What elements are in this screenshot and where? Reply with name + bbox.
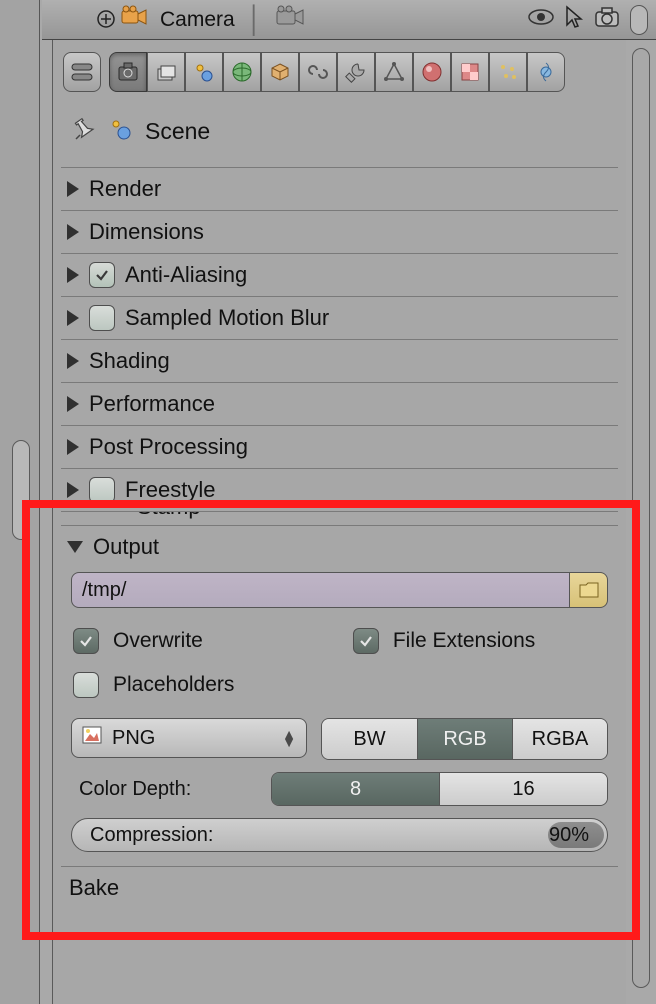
disclosure-right-icon [67, 482, 79, 498]
disclosure-right-icon [67, 310, 79, 326]
overwrite-checkbox[interactable] [73, 628, 99, 654]
disclosure-right-icon [67, 181, 79, 197]
eye-visibility-icon[interactable] [528, 8, 554, 31]
panel-label: Render [89, 176, 161, 202]
color-depth-label: Color Depth: [71, 778, 271, 801]
file-format-value: PNG [112, 727, 155, 750]
panel-label: Dimensions [89, 219, 204, 245]
panel-sections: Render Dimensions Anti-Aliasing Sampled … [53, 167, 626, 909]
render-camera-icon[interactable] [594, 6, 620, 33]
tab-material[interactable] [413, 52, 451, 92]
properties-header: Camera │ [42, 0, 656, 40]
panel-output-header[interactable]: Output [67, 534, 612, 560]
tab-physics[interactable] [527, 52, 565, 92]
timeline-scrollbar[interactable] [12, 440, 30, 540]
panel-bake[interactable]: Bake [61, 866, 618, 909]
panel-label: Post Processing [89, 434, 248, 460]
properties-scrollbar[interactable] [632, 48, 650, 988]
tab-object[interactable] [261, 52, 299, 92]
tab-texture[interactable] [451, 52, 489, 92]
panel-label: Stamp [137, 511, 201, 520]
antialiasing-checkbox[interactable] [89, 262, 115, 288]
properties-panel: Scene Render Dimensions Anti-Aliasing Sa… [52, 40, 626, 1004]
freestyle-checkbox[interactable] [89, 477, 115, 503]
panel-dimensions[interactable]: Dimensions [61, 210, 618, 253]
file-extensions-label: File Extensions [393, 629, 535, 653]
panel-render[interactable]: Render [61, 167, 618, 210]
updown-icon: ▲▼ [282, 730, 296, 746]
tab-particles[interactable] [489, 52, 527, 92]
tab-render[interactable] [109, 52, 147, 92]
compression-label: Compression: [90, 824, 213, 847]
panel-label: Bake [69, 875, 119, 901]
properties-tabs [53, 40, 626, 102]
disclosure-right-icon [67, 353, 79, 369]
scene-name[interactable]: Scene [145, 118, 210, 145]
context-row: Scene [53, 102, 626, 167]
tab-object-data[interactable] [375, 52, 413, 92]
panel-shading[interactable]: Shading [61, 339, 618, 382]
tab-constraints[interactable] [299, 52, 337, 92]
panel-post-processing[interactable]: Post Processing [61, 425, 618, 468]
compression-slider[interactable]: Compression: 90% [71, 818, 608, 852]
disclosure-right-icon [67, 267, 79, 283]
panel-label: Anti-Aliasing [125, 262, 247, 288]
editor-type-strip [0, 0, 40, 1004]
placeholders-label: Placeholders [113, 673, 234, 697]
tab-modifiers[interactable] [337, 52, 375, 92]
file-extensions-checkbox[interactable] [353, 628, 379, 654]
panel-label: Sampled Motion Blur [125, 305, 329, 331]
disclosure-down-icon [67, 541, 83, 553]
breadcrumb-separator: │ [247, 4, 263, 35]
color-mode-segment: BW RGB RGBA [321, 718, 608, 760]
expand-icon[interactable] [97, 10, 115, 33]
color-mode-bw[interactable]: BW [322, 719, 417, 759]
panel-stamp[interactable]: Stamp [61, 511, 618, 525]
color-mode-rgba[interactable]: RGBA [512, 719, 607, 759]
color-depth-16[interactable]: 16 [439, 773, 607, 805]
output-path-text: /tmp/ [82, 579, 126, 602]
file-browser-button[interactable] [570, 572, 608, 608]
panel-antialiasing[interactable]: Anti-Aliasing [61, 253, 618, 296]
disclosure-right-icon [67, 396, 79, 412]
panel-label: Performance [89, 391, 215, 417]
placeholders-checkbox[interactable] [73, 672, 99, 698]
panel-motion-blur[interactable]: Sampled Motion Blur [61, 296, 618, 339]
file-format-dropdown[interactable]: PNG ▲▼ [71, 718, 307, 758]
panel-label: Shading [89, 348, 170, 374]
pin-icon[interactable] [71, 116, 97, 147]
panel-label: Output [93, 534, 159, 560]
folder-icon [578, 581, 600, 599]
editor-type-button[interactable] [63, 52, 101, 92]
disclosure-right-icon [67, 439, 79, 455]
camera-object-icon [120, 5, 148, 34]
compression-value: 90% [549, 824, 589, 847]
image-format-icon [82, 726, 102, 750]
color-depth-8[interactable]: 8 [272, 773, 439, 805]
active-object-label[interactable]: Camera [160, 8, 235, 32]
tab-scene[interactable] [185, 52, 223, 92]
motionblur-checkbox[interactable] [89, 305, 115, 331]
tab-render-layers[interactable] [147, 52, 185, 92]
disclosure-right-icon [67, 224, 79, 240]
output-path-input[interactable]: /tmp/ [71, 572, 570, 608]
color-depth-segment: 8 16 [271, 772, 608, 806]
camera-data-icon[interactable] [275, 4, 305, 35]
region-drag-handle[interactable] [630, 5, 648, 35]
cursor-select-icon[interactable] [564, 5, 584, 34]
panel-freestyle[interactable]: Freestyle [61, 468, 618, 511]
color-mode-rgb[interactable]: RGB [417, 719, 512, 759]
overwrite-label: Overwrite [113, 629, 203, 653]
panel-performance[interactable]: Performance [61, 382, 618, 425]
panel-output: Output /tmp/ Overwrite File E [61, 525, 618, 866]
panel-label: Freestyle [125, 477, 215, 503]
tab-world[interactable] [223, 52, 261, 92]
scene-icon [109, 117, 133, 146]
